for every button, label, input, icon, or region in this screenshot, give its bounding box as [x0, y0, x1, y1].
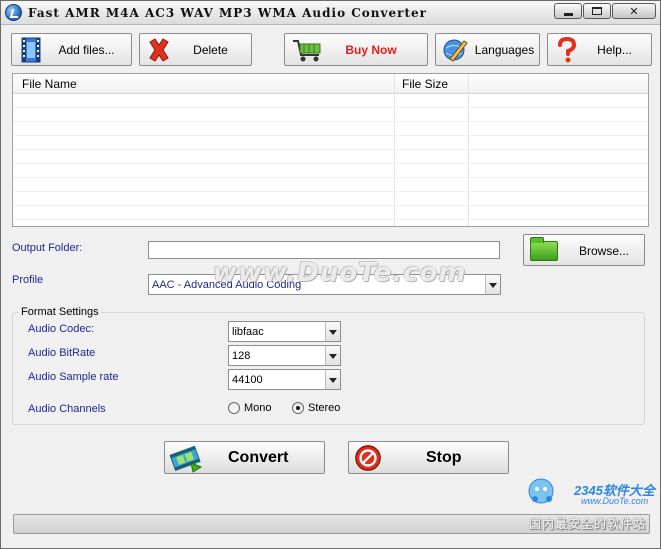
stereo-radio[interactable] — [292, 402, 304, 414]
url-watermark: www.DuoTe.com — [581, 496, 649, 506]
list-item — [13, 150, 648, 164]
list-item — [13, 108, 648, 122]
buy-now-label: Buy Now — [345, 43, 397, 57]
output-folder-input[interactable] — [148, 241, 500, 259]
file-list[interactable]: File Name File Size — [12, 73, 649, 227]
main-window: Fast AMR M4A AC3 WAV MP3 WMA Audio Conve… — [0, 0, 661, 549]
red-x-icon — [149, 38, 169, 62]
maximize-button[interactable] — [583, 3, 611, 19]
add-files-button[interactable]: Add files... — [11, 33, 132, 66]
window-title: Fast AMR M4A AC3 WAV MP3 WMA Audio Conve… — [28, 6, 427, 20]
minimize-icon — [563, 12, 573, 16]
convert-label: Convert — [228, 449, 289, 466]
globe-pen-icon — [443, 39, 468, 62]
title-bar[interactable]: Fast AMR M4A AC3 WAV MP3 WMA Audio Conve… — [1, 1, 660, 25]
folder-icon — [530, 237, 558, 261]
file-list-rows — [13, 94, 648, 220]
browse-button[interactable]: Browse... — [523, 234, 645, 266]
list-item — [13, 178, 648, 192]
list-item — [13, 206, 648, 220]
chevron-down-icon[interactable] — [325, 346, 340, 365]
file-list-header: File Name File Size — [13, 74, 648, 94]
maximize-icon — [592, 7, 602, 15]
list-item — [13, 164, 648, 178]
audio-samplerate-select[interactable]: 44100 — [228, 369, 341, 390]
stop-sign-icon — [355, 445, 381, 471]
column-file-size[interactable]: File Size — [402, 77, 448, 91]
browse-label: Browse... — [578, 244, 629, 258]
audio-channels-label: Audio Channels — [28, 403, 106, 415]
audio-bitrate-select[interactable]: 128 — [228, 345, 341, 366]
audio-bitrate-label: Audio BitRate — [28, 347, 96, 359]
list-item — [13, 136, 648, 150]
audio-codec-value: libfaac — [232, 326, 264, 338]
chevron-down-icon[interactable] — [325, 322, 340, 341]
close-button[interactable]: ✕ — [612, 3, 656, 19]
list-item — [13, 122, 648, 136]
minimize-button[interactable] — [554, 3, 582, 19]
app-icon[interactable] — [5, 4, 22, 21]
profile-label: Profile — [12, 274, 44, 286]
chevron-down-icon[interactable] — [325, 370, 340, 389]
help-button[interactable]: Help... — [547, 33, 652, 66]
list-item — [13, 94, 648, 108]
list-item — [13, 192, 648, 206]
audio-samplerate-label: Audio Sample rate — [28, 371, 119, 383]
audio-codec-select[interactable]: libfaac — [228, 321, 341, 342]
help-label: Help... — [597, 43, 632, 57]
chevron-down-icon[interactable] — [485, 275, 500, 294]
languages-label: Languages — [474, 43, 535, 57]
output-folder-label: Output Folder: — [12, 242, 83, 254]
column-file-name[interactable]: File Name — [22, 77, 77, 91]
format-settings-title: Format Settings — [19, 306, 101, 318]
close-icon: ✕ — [629, 5, 639, 18]
buy-now-button[interactable]: Buy Now — [284, 33, 428, 66]
convert-button[interactable]: Convert — [164, 441, 325, 474]
mono-radio-label[interactable]: Mono — [244, 402, 272, 414]
mono-radio[interactable] — [228, 402, 240, 414]
stereo-radio-label[interactable]: Stereo — [308, 402, 340, 414]
stop-label: Stop — [426, 449, 462, 466]
slogan-watermark: 国内最安全的软件站 — [529, 517, 647, 531]
stop-button[interactable]: Stop — [348, 441, 509, 474]
window-controls: ✕ — [554, 3, 656, 19]
audio-bitrate-value: 128 — [232, 350, 251, 362]
delete-button[interactable]: Delete — [139, 33, 252, 66]
question-mark-icon — [558, 37, 577, 63]
audio-samplerate-value: 44100 — [232, 374, 263, 386]
audio-codec-label: Audio Codec: — [28, 323, 95, 335]
delete-label: Delete — [193, 43, 228, 57]
add-files-label: Add files... — [58, 43, 115, 57]
film-strip-icon — [21, 37, 41, 63]
watermark-text: www.DuoTe.com — [213, 258, 467, 288]
film-arrow-icon — [169, 445, 203, 473]
languages-button[interactable]: Languages — [435, 33, 540, 66]
